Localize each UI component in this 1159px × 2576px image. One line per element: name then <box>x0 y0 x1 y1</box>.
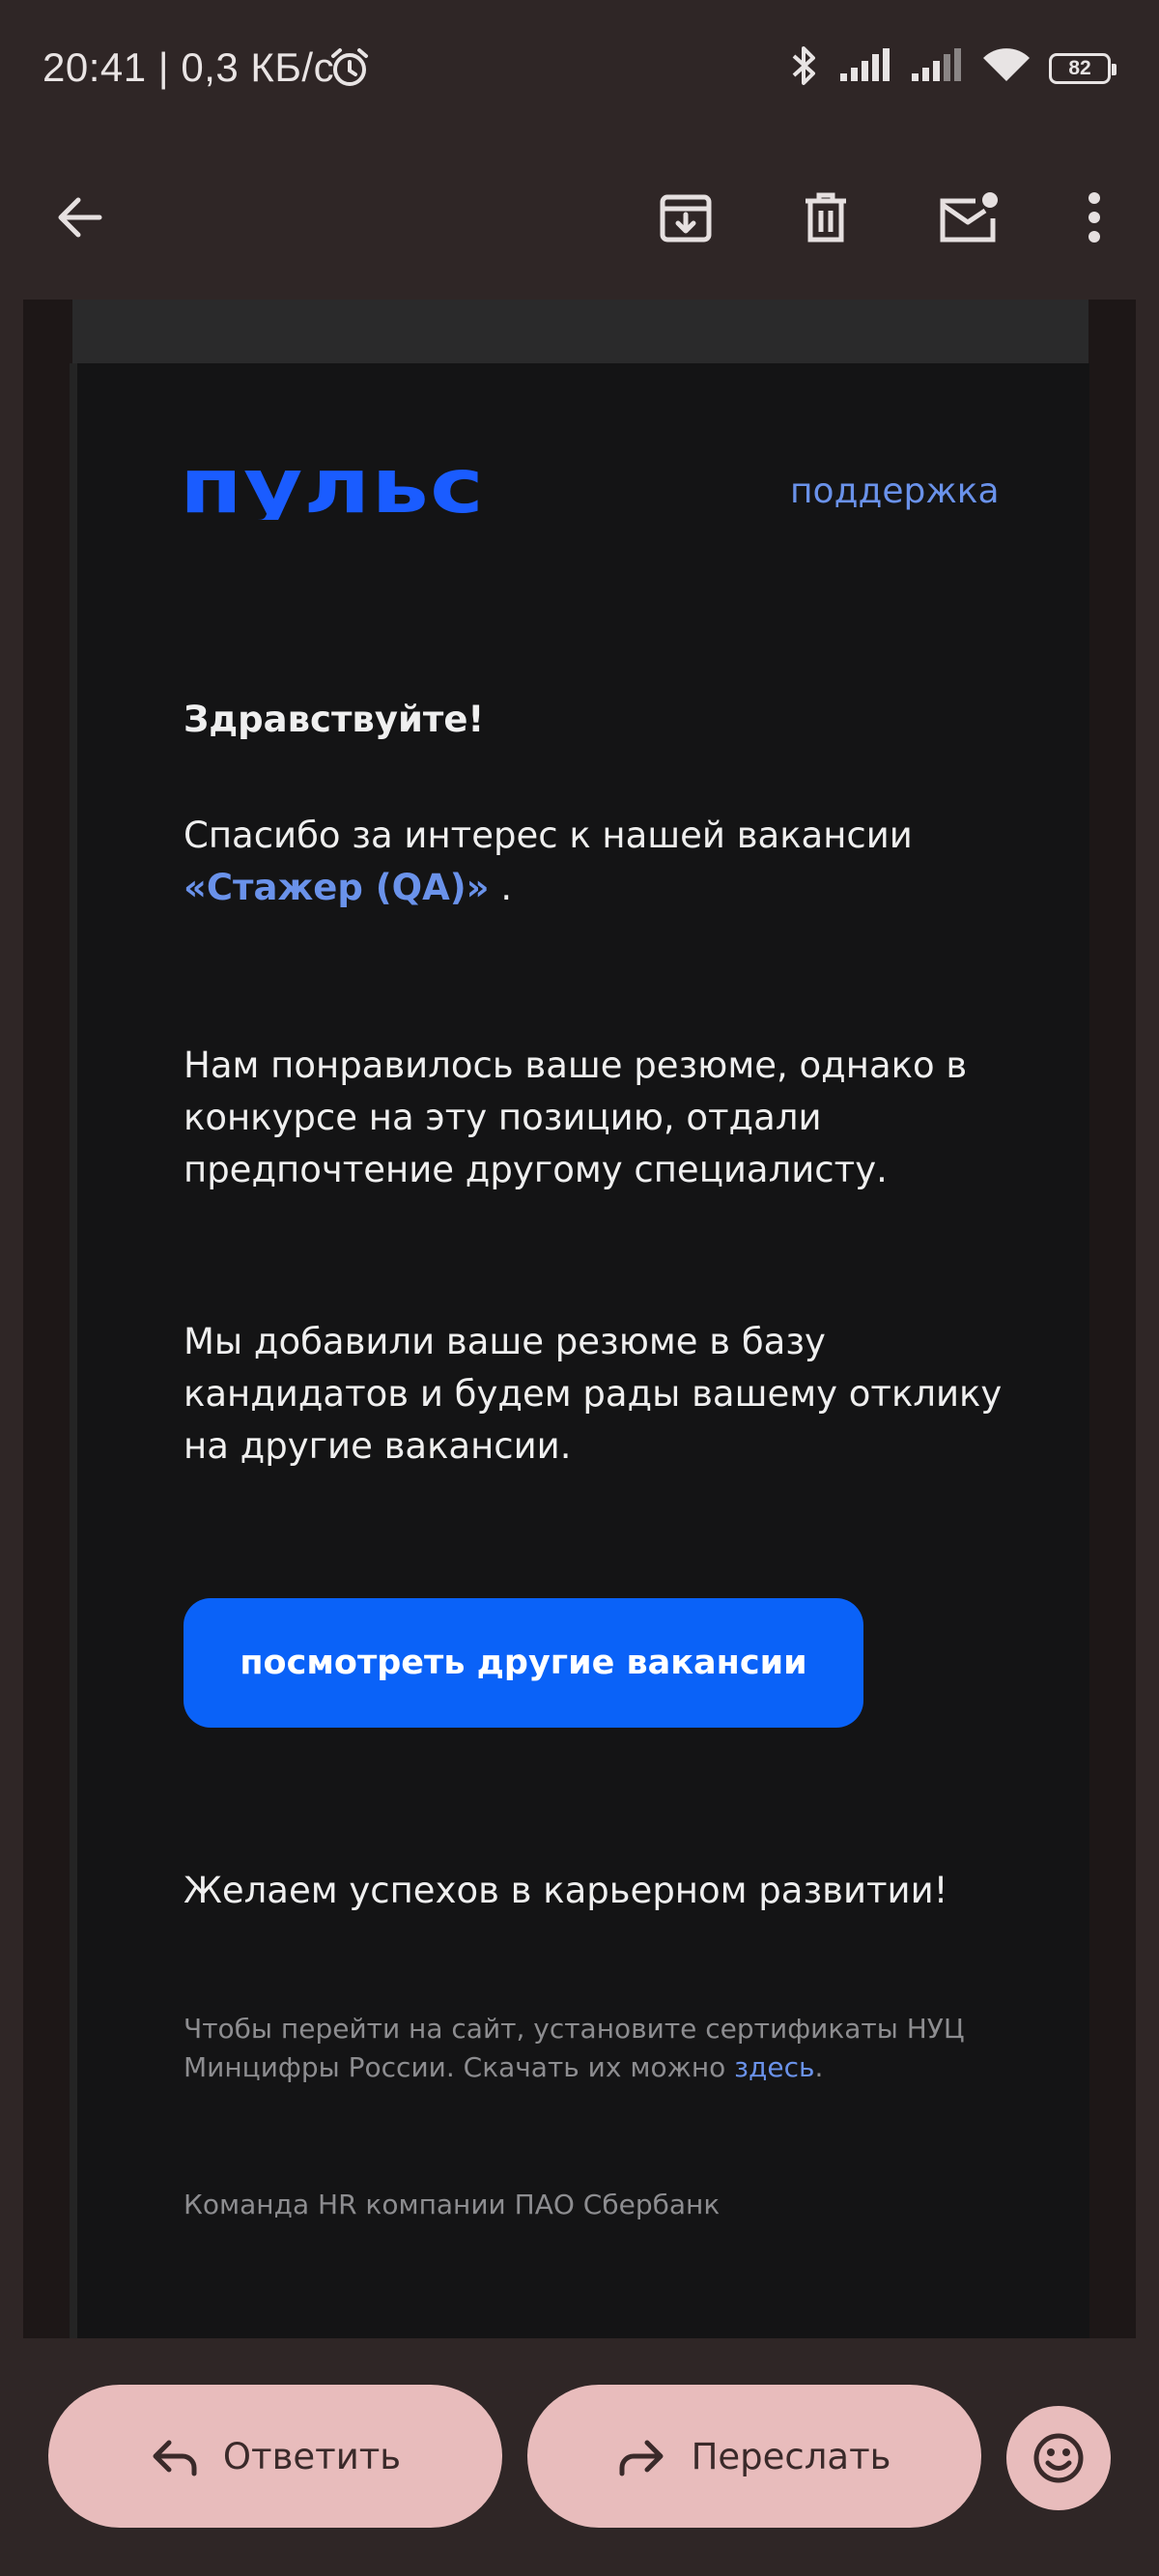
back-arrow-icon <box>58 197 102 238</box>
status-icons: 82 <box>786 44 1117 92</box>
email-header-strip <box>72 300 1088 363</box>
signal-icon <box>838 48 892 88</box>
certificate-note: Чтобы перейти на сайт, установите сертиф… <box>184 2010 975 2087</box>
brand-logo: пульс <box>180 444 489 530</box>
view-vacancies-button[interactable]: посмотреть другие вакансии <box>184 1598 863 1728</box>
archive-button[interactable] <box>642 174 729 261</box>
battery-level: 82 <box>1068 56 1091 79</box>
support-link[interactable]: поддержка <box>790 472 1000 511</box>
trash-icon <box>806 192 846 243</box>
wifi-icon <box>981 46 1032 90</box>
forward-label: Переслать <box>691 2435 891 2477</box>
reply-label: Ответить <box>222 2435 402 2477</box>
forward-button[interactable]: Переслать <box>527 2385 981 2528</box>
svg-text:пульс: пульс <box>180 456 485 520</box>
intro-text: Спасибо за интерес к нашей вакансии <box>184 815 913 856</box>
more-vertical-icon <box>1088 192 1100 243</box>
reply-button[interactable]: Ответить <box>48 2385 502 2528</box>
back-button[interactable] <box>37 174 124 261</box>
signal-2-icon <box>910 48 964 88</box>
archive-icon <box>660 194 712 243</box>
database-paragraph: Мы добавили ваше резюме в базу кандидато… <box>184 1321 1003 1467</box>
reply-icon <box>153 2440 197 2476</box>
intro-end: . <box>489 867 513 908</box>
bluetooth-icon <box>786 44 821 92</box>
greeting: Здравствуйте! <box>184 699 485 740</box>
certificate-note-text: Чтобы перейти на сайт, установите сертиф… <box>184 2013 965 2083</box>
intro-paragraph: Спасибо за интерес к нашей вакансии «Ста… <box>184 810 1053 914</box>
bottom-action-bar: Ответить Переслать <box>0 2338 1159 2576</box>
signature: Команда HR компании ПАО Сбербанк <box>184 2189 721 2220</box>
rejection-paragraph: Нам понравилось ваше резюме, однако в ко… <box>184 1045 968 1190</box>
status-time: 20:41 | 0,3 КБ/с <box>42 44 335 90</box>
certificate-note-end: . <box>814 2051 824 2083</box>
vacancy-link[interactable]: «Стажер (QA)» <box>184 867 490 908</box>
emoji-reaction-button[interactable] <box>1006 2406 1111 2510</box>
status-bar: 20:41 | 0,3 КБ/с 82 <box>0 0 1159 135</box>
smiley-icon <box>1033 2433 1084 2483</box>
delete-button[interactable] <box>782 174 869 261</box>
mark-unread-button[interactable] <box>925 174 1012 261</box>
email-divider <box>70 363 77 2338</box>
certificate-download-link[interactable]: здесь <box>734 2051 814 2083</box>
email-toolbar <box>0 135 1159 300</box>
forward-icon <box>619 2440 664 2476</box>
more-options-button[interactable] <box>1051 174 1138 261</box>
wishes-paragraph: Желаем успехов в карьерном развитии! <box>184 1870 948 1911</box>
alarm-icon <box>328 46 371 94</box>
battery-icon: 82 <box>1049 52 1117 84</box>
mail-unread-icon <box>940 192 998 243</box>
